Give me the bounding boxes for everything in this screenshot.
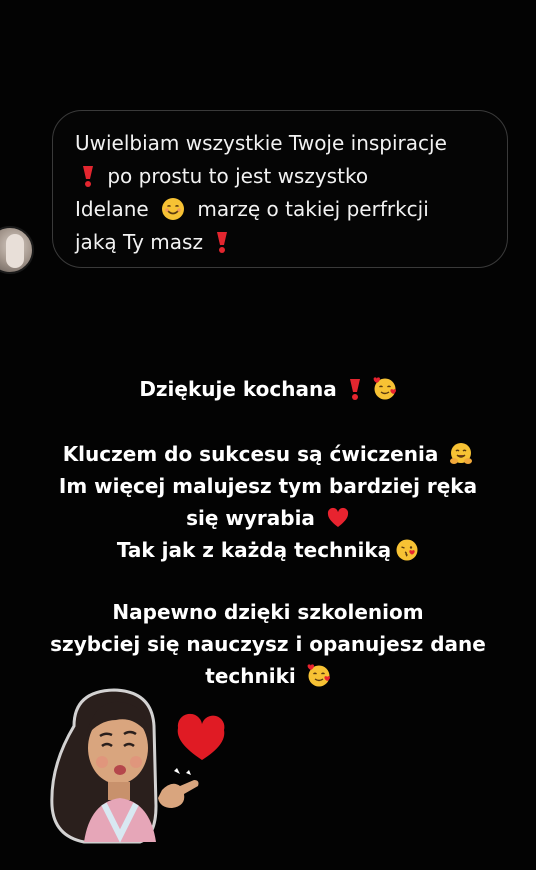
- reply-line-2: Im więcej malujesz tym bardziej ręka: [58, 474, 478, 498]
- message-text-2: po prostu to jest wszystko: [107, 164, 369, 188]
- message-line-3: Idelane marzę o takiej perfrkcji: [75, 193, 489, 226]
- red-heart-icon: [327, 507, 348, 527]
- reply-thanks-text: Dziękuje kochana: [139, 377, 337, 401]
- reply-paragraph-1: Kluczem do sukcesu są ćwiczenia Im więce…: [0, 438, 536, 566]
- face-blowing-kiss-icon: [396, 539, 418, 560]
- red-heavy-exclamation-icon: [349, 378, 360, 400]
- red-heavy-exclamation-icon: [217, 231, 228, 253]
- reply-line-4: Tak jak z każdą techniką: [116, 538, 392, 562]
- message-line-4: jaką Ty masz: [75, 226, 489, 259]
- smiling-face-icon: [162, 197, 185, 220]
- message-text-1: Uwielbiam wszystkie Twoje inspiracje: [75, 131, 447, 155]
- message-line-1: Uwielbiam wszystkie Twoje inspiracje: [75, 127, 489, 160]
- smiling-face-with-hearts-icon: [307, 663, 330, 686]
- reply-line-6: szybciej się nauczysz i opanujesz dane: [50, 632, 486, 656]
- reply-thanks: Dziękuje kochana: [0, 373, 536, 405]
- reply-line-7: techniki: [205, 664, 296, 688]
- reply-paragraph-2: Napewno dzięki szkoleniom szybciej się n…: [0, 596, 536, 692]
- message-text-4: jaką Ty masz: [75, 230, 203, 254]
- reply-line-1: Kluczem do sukcesu są ćwiczenia: [62, 442, 439, 466]
- red-heavy-exclamation-icon: [83, 165, 93, 187]
- quoted-message-bubble: Uwielbiam wszystkie Twoje inspiracje po …: [52, 110, 508, 268]
- memoji-girl-heart-sticker: [50, 688, 225, 844]
- message-text-3a: Idelane: [75, 197, 149, 221]
- smiling-face-with-hearts-icon: [373, 376, 396, 399]
- message-line-2: po prostu to jest wszystko: [75, 160, 489, 193]
- sender-avatar[interactable]: [0, 226, 34, 274]
- reply-line-5: Napewno dzięki szkoleniom: [112, 600, 424, 624]
- reply-line-3: się wyrabia: [186, 506, 315, 530]
- message-text-3b: marzę o takiej perfrkcji: [197, 197, 429, 221]
- hugging-face-icon: [450, 442, 473, 464]
- story-canvas: Uwielbiam wszystkie Twoje inspiracje po …: [0, 0, 536, 870]
